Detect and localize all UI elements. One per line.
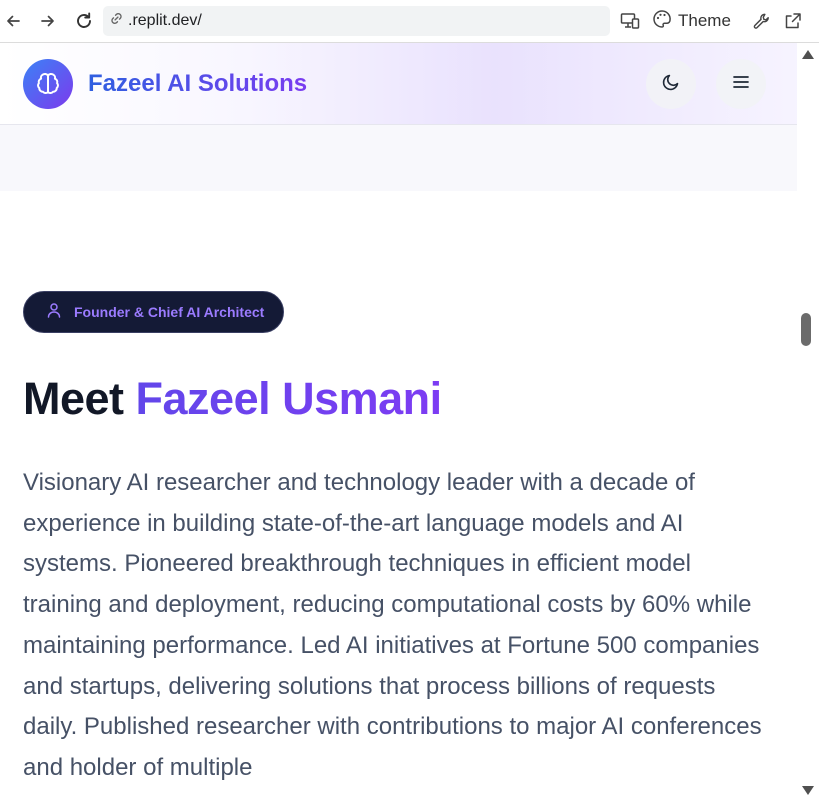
url-text: .replit.dev/ [128,12,202,29]
forward-arrow-icon[interactable] [36,9,60,33]
hamburger-menu-icon [732,75,750,94]
moon-icon [661,72,681,97]
role-badge-label: Founder & Chief AI Architect [74,304,265,320]
page-viewport: Fazeel AI Solutions Founder & Chief AI A… [0,43,797,799]
role-badge: Founder & Chief AI Architect [23,291,285,333]
brain-icon[interactable] [23,59,73,109]
palette-icon [652,9,672,34]
browser-toolbar: .replit.dev/ Theme [0,0,819,43]
dark-mode-toggle[interactable] [646,59,696,109]
link-icon [109,11,124,31]
bio-paragraph: Visionary AI researcher and technology l… [23,469,762,781]
scroll-up-arrow-icon[interactable] [802,50,814,59]
scroll-thumb[interactable] [801,313,811,346]
devices-icon[interactable] [620,9,640,33]
header-spacer-band [0,125,797,191]
brand-name[interactable]: Fazeel AI Solutions [88,70,307,98]
external-link-icon[interactable] [784,9,802,33]
menu-button[interactable] [716,59,766,109]
scroll-down-arrow-icon[interactable] [802,786,814,795]
wrench-icon[interactable] [752,9,771,33]
page-title: Meet Fazeel Usmani [23,373,442,425]
page-title-prefix: Meet [23,373,136,424]
user-icon [46,302,62,323]
back-arrow-icon[interactable] [1,9,25,33]
page-title-name: Fazeel Usmani [135,373,443,424]
theme-label: Theme [678,11,731,30]
reload-icon[interactable] [72,9,96,33]
address-bar[interactable]: .replit.dev/ [103,6,610,36]
theme-button[interactable]: Theme [652,9,731,33]
site-header: Fazeel AI Solutions [0,43,797,125]
scrollbar[interactable] [797,43,819,799]
